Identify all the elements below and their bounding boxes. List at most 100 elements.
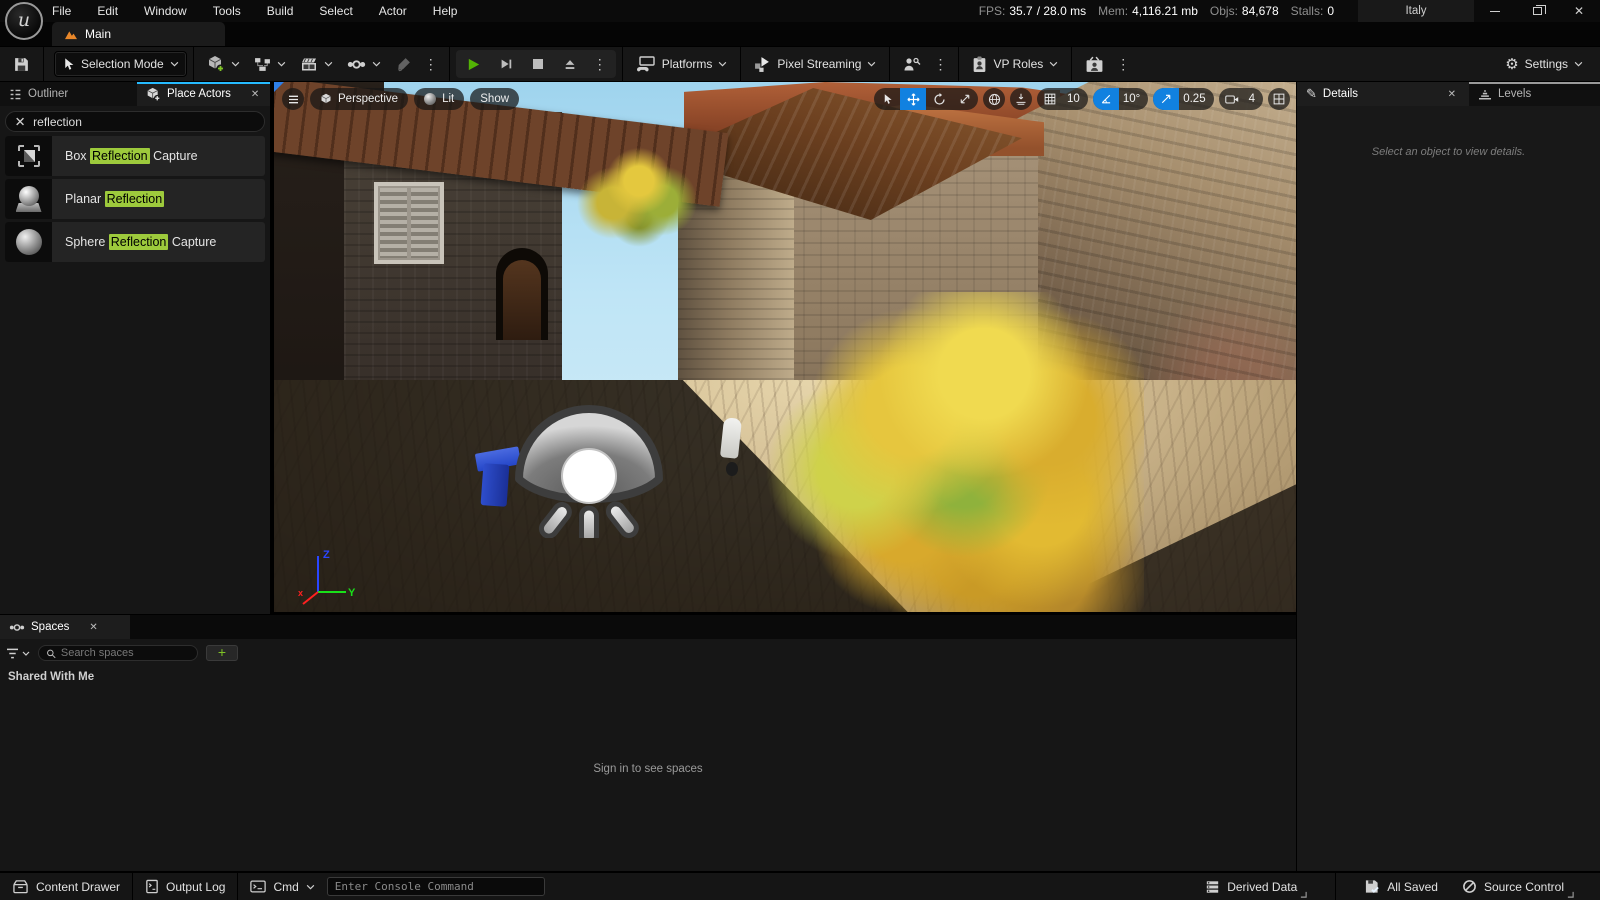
viewport[interactable]: Z Y x Perspective Lit Show [274, 82, 1296, 612]
maximize-viewport-button[interactable] [1268, 88, 1290, 110]
save-status-button[interactable]: All Saved [1352, 872, 1450, 900]
blueprints-dropdown[interactable] [247, 51, 293, 77]
derived-data-button[interactable]: Derived Data [1193, 872, 1319, 900]
tab-main-level[interactable]: Main [52, 22, 225, 46]
play-controls [456, 50, 616, 78]
rotation-snap-control[interactable]: 10° [1093, 88, 1148, 110]
show-label: Show [480, 93, 509, 105]
show-dropdown[interactable]: Show [470, 88, 519, 110]
menu-edit[interactable]: Edit [97, 4, 118, 18]
list-item-box-reflection-capture[interactable]: Box Reflection Capture [5, 136, 265, 176]
restore-button[interactable] [1516, 0, 1558, 22]
grid-snap-icon [1037, 88, 1063, 110]
platforms-dropdown[interactable]: Platforms [629, 51, 735, 77]
quick-add-dropdown[interactable] [200, 51, 247, 77]
sphere-reflection-capture-icon [5, 222, 52, 262]
surface-snap-toggle[interactable] [1010, 88, 1032, 110]
selection-mode-label: Selection Mode [81, 57, 164, 71]
multi-user-options-icon[interactable] [928, 56, 952, 73]
main-menu: File Edit Window Tools Build Select Acto… [52, 4, 457, 18]
title-bar: u File Edit Window Tools Build Select Ac… [0, 0, 1600, 22]
tab-outliner[interactable]: Outliner [0, 82, 137, 106]
grid-snap-control[interactable]: 10 [1037, 88, 1088, 110]
content-drawer-button[interactable]: Content Drawer [0, 872, 132, 900]
cmd-dropdown[interactable]: Cmd [238, 872, 326, 900]
camera-speed-control[interactable]: 4 [1219, 88, 1263, 110]
toolbar-divider [43, 47, 44, 82]
menu-tools[interactable]: Tools [213, 4, 241, 18]
objs-value: 84,678 [1242, 4, 1279, 18]
stop-button[interactable] [524, 53, 552, 75]
play-button[interactable] [460, 53, 488, 75]
menu-help[interactable]: Help [433, 4, 458, 18]
multi-user-session-button[interactable] [896, 51, 928, 77]
derived-data-label: Derived Data [1227, 880, 1297, 894]
close-tab-icon[interactable]: ✕ [1448, 89, 1456, 100]
list-item-sphere-reflection-capture[interactable]: Sphere Reflection Capture [5, 222, 265, 262]
source-control-button[interactable]: Source Control [1450, 872, 1586, 900]
box-reflection-capture-icon [5, 136, 52, 176]
clear-search-icon[interactable] [15, 116, 25, 127]
world-space-toggle[interactable] [983, 88, 1005, 110]
scale-tool-button[interactable] [952, 88, 978, 110]
toolbar-overflow-icon[interactable] [419, 56, 443, 73]
move-tool-button[interactable] [900, 88, 926, 110]
eject-button[interactable] [556, 53, 584, 75]
frame-skip-button[interactable] [492, 53, 520, 75]
cursor-icon [62, 57, 75, 71]
unreal-logo-icon[interactable]: u [5, 2, 43, 40]
mem-value: 4,116.21 mb [1132, 4, 1198, 18]
axis-z-label: Z [323, 549, 330, 561]
close-tab-icon[interactable]: ✕ [251, 89, 259, 100]
menu-file[interactable]: File [52, 4, 71, 18]
details-panel: ✎ Details ✕ Levels Select an object to v… [1297, 82, 1600, 871]
scale-snap-control[interactable]: 0.25 [1153, 88, 1213, 110]
tab-details[interactable]: ✎ Details ✕ [1297, 82, 1469, 106]
perspective-dropdown[interactable]: Perspective [310, 88, 408, 110]
minimize-button[interactable] [1474, 0, 1516, 22]
asset-tab-row: Main [0, 22, 1600, 46]
console-command-input[interactable] [327, 877, 545, 896]
menu-window[interactable]: Window [144, 4, 187, 18]
spaces-filter-button[interactable] [6, 648, 30, 659]
virtual-camera-button[interactable] [1078, 51, 1111, 77]
rotate-tool-button[interactable] [926, 88, 952, 110]
pixel-streaming-dropdown[interactable]: Pixel Streaming [747, 51, 883, 77]
menu-actor[interactable]: Actor [379, 4, 407, 18]
save-status-label: All Saved [1387, 880, 1438, 894]
chevron-down-icon [277, 61, 286, 67]
add-space-button[interactable] [206, 645, 238, 661]
sequencer-dropdown[interactable] [340, 51, 388, 77]
paint-mode-button[interactable] [388, 51, 419, 77]
selection-mode-dropdown[interactable]: Selection Mode [54, 51, 187, 77]
vp-roles-dropdown[interactable]: VP Roles [965, 51, 1065, 77]
skylight-actor-sprite[interactable] [508, 386, 670, 538]
toolbar-divider [1071, 47, 1072, 82]
play-options-icon[interactable] [588, 56, 612, 73]
menu-select[interactable]: Select [319, 4, 352, 18]
white-scooter [712, 412, 754, 476]
virtual-camera-options-icon[interactable] [1111, 56, 1135, 73]
list-item-planar-reflection[interactable]: Planar Reflection [5, 179, 265, 219]
tab-levels[interactable]: Levels [1469, 82, 1600, 106]
actor-search-field[interactable] [5, 111, 265, 132]
menu-build[interactable]: Build [267, 4, 294, 18]
chevron-down-icon [170, 61, 179, 67]
lit-sphere-icon [424, 93, 436, 105]
settings-dropdown[interactable]: Settings [1498, 51, 1590, 77]
actor-search-input[interactable] [33, 115, 255, 129]
tab-spaces[interactable]: Spaces ✕ [0, 615, 130, 639]
tab-place-actors[interactable]: Place Actors ✕ [137, 82, 270, 106]
camera-speed-value: 4 [1245, 93, 1263, 105]
select-tool-button[interactable] [874, 88, 900, 110]
save-button[interactable] [6, 51, 37, 77]
viewport-options-menu[interactable] [282, 88, 304, 110]
lit-mode-dropdown[interactable]: Lit [414, 88, 464, 110]
spaces-search-input[interactable] [61, 647, 190, 659]
close-tab-icon[interactable]: ✕ [89, 622, 97, 633]
close-button[interactable]: ✕ [1558, 0, 1600, 22]
spaces-panel: Spaces ✕ Shared With Me Sign in to see s… [0, 615, 1296, 871]
cinematics-dropdown[interactable] [293, 51, 340, 77]
spaces-search-field[interactable] [38, 645, 198, 661]
output-log-button[interactable]: Output Log [133, 872, 237, 900]
